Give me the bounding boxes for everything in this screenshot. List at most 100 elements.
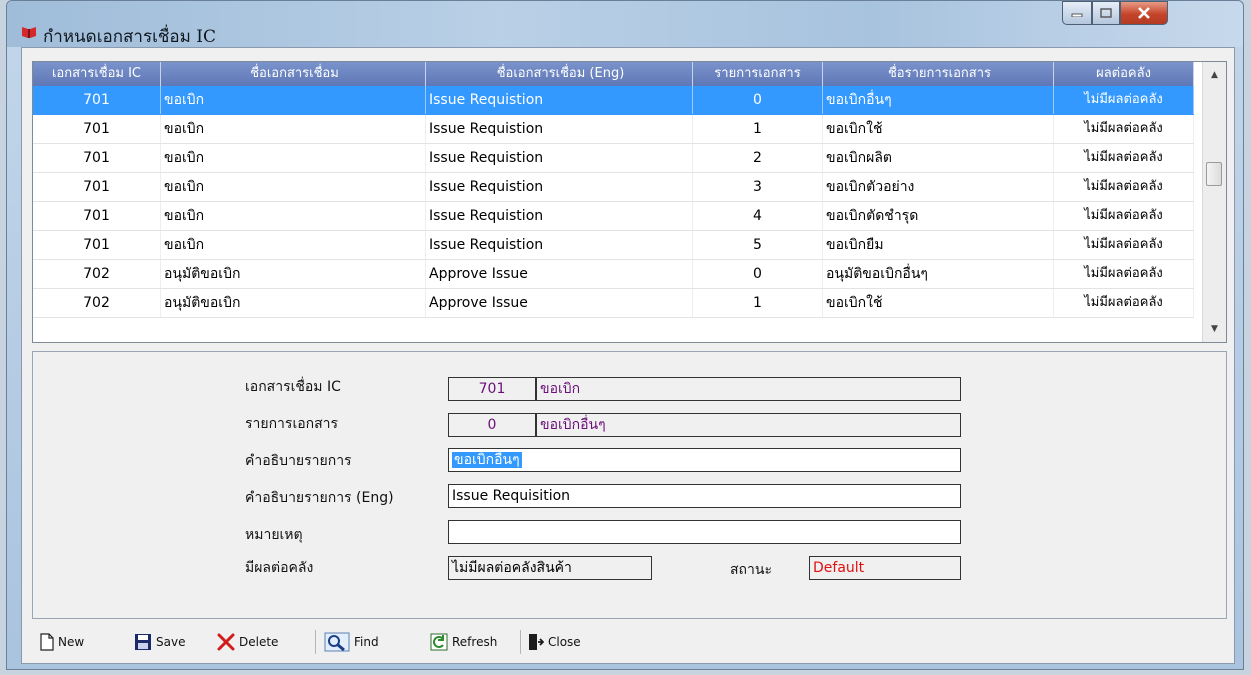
cell-stock-effect: ไม่มีผลต่อคลัง: [1054, 144, 1194, 172]
delete-x-icon: [217, 633, 235, 651]
cell-doc-ic: 701: [33, 86, 161, 114]
status-field: Default: [809, 556, 961, 580]
find-button[interactable]: Find: [324, 626, 379, 658]
cell-item-name: ขอเบิกใช้: [823, 115, 1054, 143]
find-magnifier-icon: [324, 632, 350, 652]
window-title: กำหนดเอกสารเชื่อม IC: [43, 27, 216, 47]
new-button[interactable]: New: [40, 626, 84, 658]
cell-doc-ic: 702: [33, 260, 161, 288]
doc-ic-name-field: ขอเบิก: [536, 377, 961, 401]
maximize-button[interactable]: [1092, 1, 1120, 25]
cell-doc-name: อนุมัติขอเบิก: [161, 260, 426, 288]
column-header-item-name[interactable]: ชื่อรายการเอกสาร: [823, 62, 1054, 86]
detail-panel: เอกสารเชื่อม IC 701 ขอเบิก รายการเอกสาร …: [32, 351, 1227, 619]
maximize-icon: [1100, 8, 1112, 18]
delete-label: Delete: [239, 635, 279, 649]
bottom-toolbar: New Save Delete Find Refresh Close: [32, 626, 1227, 658]
cell-doc-name: ขอเบิก: [161, 115, 426, 143]
column-header-doc-name-eng[interactable]: ชื่อเอกสารเชื่อม (Eng): [426, 62, 693, 86]
documents-grid[interactable]: เอกสารเชื่อม IC ชื่อเอกสารเชื่อม ชื่อเอก…: [32, 61, 1227, 343]
cell-doc-item: 1: [693, 289, 823, 317]
cell-doc-ic: 702: [33, 289, 161, 317]
cell-doc-item: 5: [693, 231, 823, 259]
grid-vertical-scrollbar[interactable]: ▲ ▼: [1202, 62, 1226, 342]
column-header-doc-name[interactable]: ชื่อเอกสารเชื่อม: [161, 62, 426, 86]
scroll-down-arrow-icon[interactable]: ▼: [1203, 318, 1226, 340]
table-row[interactable]: 701 ขอเบิก Issue Requistion 4 ขอเบิกตัดช…: [33, 202, 1194, 231]
table-row[interactable]: 702 อนุมัติขอเบิก Approve Issue 0 อนุมัต…: [33, 260, 1194, 289]
cell-doc-item: 2: [693, 144, 823, 172]
cell-item-name: ขอเบิกผลิต: [823, 144, 1054, 172]
description-value: ขอเบิกอื่นๆ: [452, 452, 522, 468]
table-row[interactable]: 702 อนุมัติขอเบิก Approve Issue 1 ขอเบิก…: [33, 289, 1194, 318]
cell-item-name: ขอเบิกตัดชำรุด: [823, 202, 1054, 230]
column-header-stock-effect[interactable]: ผลต่อคลัง: [1054, 62, 1194, 86]
cell-doc-item: 0: [693, 260, 823, 288]
new-label: New: [58, 635, 85, 649]
stock-effect-field: ไม่มีผลต่อคลังสินค้า: [448, 556, 652, 580]
cell-stock-effect: ไม่มีผลต่อคลัง: [1054, 289, 1194, 317]
cell-doc-name: ขอเบิก: [161, 86, 426, 114]
cell-doc-ic: 701: [33, 231, 161, 259]
close-label: Close: [548, 635, 581, 649]
cell-doc-name-eng: Issue Requistion: [426, 115, 693, 143]
remark-input[interactable]: [448, 520, 961, 544]
cell-item-name: อนุมัติขอเบิกอื่นๆ: [823, 260, 1054, 288]
grid-header: เอกสารเชื่อม IC ชื่อเอกสารเชื่อม ชื่อเอก…: [33, 62, 1194, 86]
description-eng-input[interactable]: Issue Requisition: [448, 484, 961, 508]
doc-ic-code-field: 701: [448, 377, 536, 401]
cell-doc-name: ขอเบิก: [161, 144, 426, 172]
table-row[interactable]: 701 ขอเบิก Issue Requistion 0 ขอเบิกอื่น…: [33, 86, 1194, 115]
cell-doc-ic: 701: [33, 202, 161, 230]
exit-door-icon: [529, 634, 544, 650]
scroll-up-arrow-icon[interactable]: ▲: [1203, 64, 1226, 86]
new-document-icon: [40, 633, 54, 651]
table-row[interactable]: 701 ขอเบิก Issue Requistion 2 ขอเบิกผลิต…: [33, 144, 1194, 173]
minimize-icon: [1071, 13, 1083, 17]
title-bar[interactable]: กำหนดเอกสารเชื่อม IC: [7, 1, 1243, 47]
cell-stock-effect: ไม่มีผลต่อคลัง: [1054, 231, 1194, 259]
refresh-icon: [430, 633, 448, 651]
close-button[interactable]: Close: [528, 626, 581, 658]
cell-doc-name-eng: Approve Issue: [426, 289, 693, 317]
cell-doc-name-eng: Issue Requistion: [426, 173, 693, 201]
table-row[interactable]: 701 ขอเบิก Issue Requistion 5 ขอเบิกยืม …: [33, 231, 1194, 260]
cell-doc-name-eng: Issue Requistion: [426, 144, 693, 172]
cell-doc-ic: 701: [33, 173, 161, 201]
doc-item-code-field: 0: [448, 413, 536, 437]
toolbar-separator: [520, 630, 521, 654]
cell-item-name: ขอเบิกอื่นๆ: [823, 86, 1054, 114]
cell-doc-name-eng: Issue Requistion: [426, 86, 693, 114]
save-button[interactable]: Save: [134, 626, 185, 658]
cell-doc-name-eng: Approve Issue: [426, 260, 693, 288]
doc-ic-label: เอกสารเชื่อม IC: [245, 379, 341, 395]
status-label: สถานะ: [730, 562, 772, 578]
cell-stock-effect: ไม่มีผลต่อคลัง: [1054, 86, 1194, 114]
cell-doc-name: ขอเบิก: [161, 202, 426, 230]
grid-rows: 701 ขอเบิก Issue Requistion 0 ขอเบิกอื่น…: [33, 86, 1194, 318]
table-row[interactable]: 701 ขอเบิก Issue Requistion 3 ขอเบิกตัวอ…: [33, 173, 1194, 202]
column-header-doc-item[interactable]: รายการเอกสาร: [693, 62, 823, 86]
cell-item-name: ขอเบิกตัวอย่าง: [823, 173, 1054, 201]
description-input[interactable]: ขอเบิกอื่นๆ: [448, 448, 961, 472]
refresh-button[interactable]: Refresh: [430, 626, 497, 658]
remark-label: หมายเหตุ: [245, 527, 303, 543]
table-row[interactable]: 701 ขอเบิก Issue Requistion 1 ขอเบิกใช้ …: [33, 115, 1194, 144]
cell-doc-name-eng: Issue Requistion: [426, 202, 693, 230]
save-label: Save: [156, 635, 186, 649]
cell-doc-item: 0: [693, 86, 823, 114]
cell-item-name: ขอเบิกยืม: [823, 231, 1054, 259]
scroll-thumb[interactable]: [1206, 162, 1222, 186]
app-window: กำหนดเอกสารเชื่อม IC เอกสารเชื่อม IC ชื่…: [6, 0, 1244, 670]
cell-stock-effect: ไม่มีผลต่อคลัง: [1054, 115, 1194, 143]
close-window-button[interactable]: [1120, 1, 1168, 25]
delete-button[interactable]: Delete: [217, 626, 278, 658]
cell-doc-name: ขอเบิก: [161, 231, 426, 259]
column-header-doc-ic[interactable]: เอกสารเชื่อม IC: [33, 62, 161, 86]
minimize-button[interactable]: [1062, 1, 1092, 25]
cell-doc-name-eng: Issue Requistion: [426, 231, 693, 259]
cell-stock-effect: ไม่มีผลต่อคลัง: [1054, 260, 1194, 288]
cell-doc-name: ขอเบิก: [161, 173, 426, 201]
cell-doc-ic: 701: [33, 115, 161, 143]
cell-doc-item: 3: [693, 173, 823, 201]
